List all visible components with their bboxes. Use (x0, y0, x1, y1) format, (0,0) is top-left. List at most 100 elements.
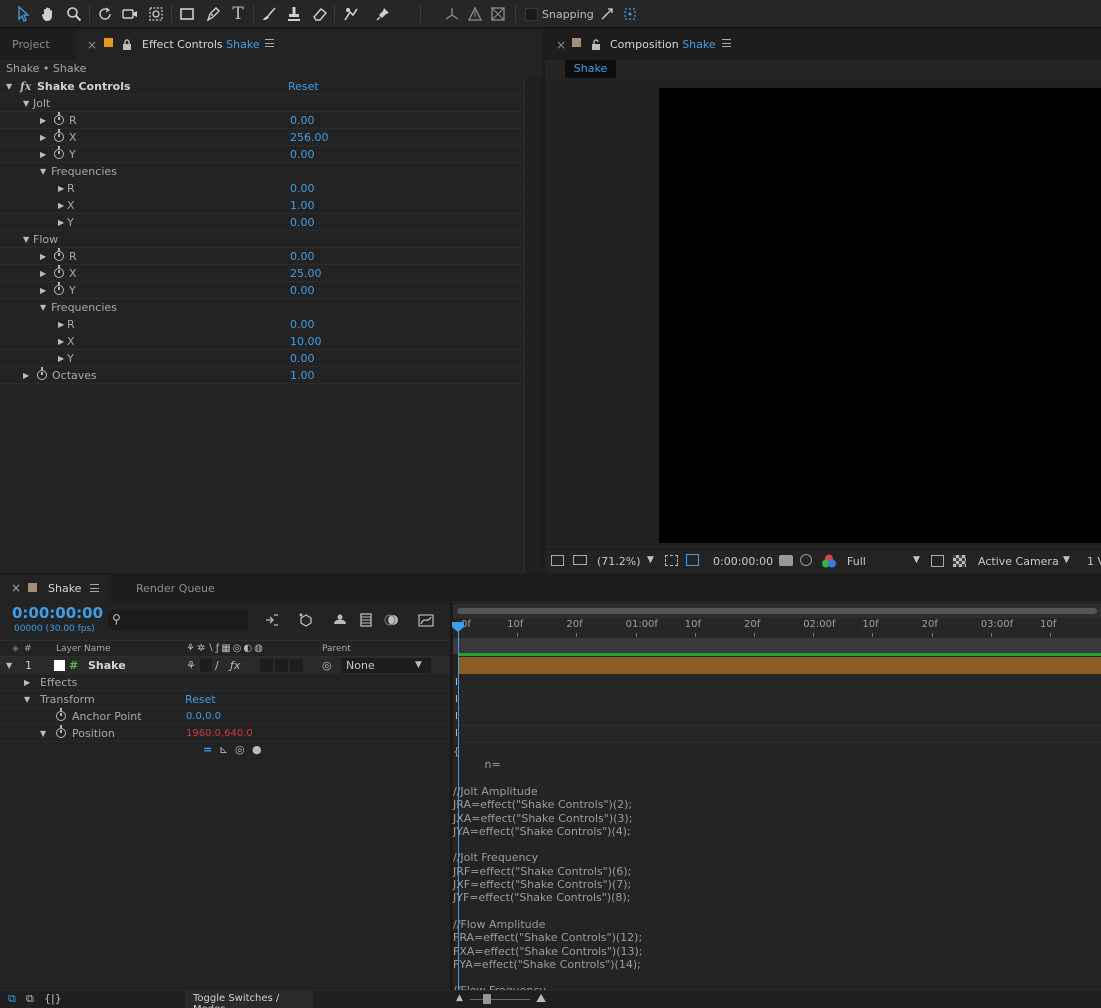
tab-timeline-shake[interactable]: Shake (48, 582, 81, 595)
layer-switches-pane-icon[interactable]: ⧉ (8, 992, 16, 1006)
graph-editor-icon[interactable] (418, 612, 434, 628)
camera-arrow-icon[interactable]: ▼ (1063, 555, 1070, 565)
layer-row[interactable]: ▼ 1 # Shake ⚘ ∕ ƒx ◎ None ▼ (0, 657, 452, 674)
position-value[interactable]: 1960.0,640.0 (186, 725, 253, 742)
stopwatch-icon[interactable] (54, 112, 64, 125)
unlock-icon[interactable] (591, 30, 601, 60)
property-row[interactable]: ▶ X 10.00 (0, 333, 522, 350)
in-out-pane-icon[interactable]: {|} (44, 992, 62, 1005)
current-time-indicator[interactable] (458, 622, 459, 990)
property-value[interactable]: 10.00 (290, 333, 322, 350)
effect-header-row[interactable]: ▼ fx Shake Controls Reset (0, 78, 522, 95)
show-snapshot-icon[interactable] (800, 554, 812, 566)
pickwhip-icon[interactable]: ◎ (322, 657, 332, 674)
collapse-triangle-icon[interactable]: ▼ (23, 95, 29, 112)
toggle-switches-button[interactable]: Toggle Switches / Modes (185, 991, 313, 1008)
property-value[interactable]: 0.00 (290, 350, 315, 367)
property-row[interactable]: ▶ X 1.00 (0, 197, 522, 214)
group-flow-frequencies[interactable]: ▼ Frequencies (0, 299, 522, 316)
property-row[interactable]: ▶ X 256.00 (0, 129, 522, 146)
property-row[interactable]: ▶ R 0.00 (0, 180, 522, 197)
column-layer-name[interactable]: Layer Name (56, 641, 111, 657)
expand-triangle-icon[interactable]: ▶ (40, 282, 46, 299)
expression-line[interactable]: //Flow Amplitude (453, 918, 545, 931)
expression-language-menu-icon[interactable]: ● (252, 743, 262, 756)
clone-stamp-tool-icon[interactable] (283, 3, 305, 25)
zoom-slider-track[interactable] (470, 999, 530, 1000)
transfer-controls-pane-icon[interactable]: ⧉ (26, 992, 34, 1006)
collapse-triangle-icon[interactable]: ▼ (6, 78, 12, 95)
group-flow[interactable]: ▼ Flow (0, 231, 522, 248)
resolution-arrow-icon[interactable]: ▼ (913, 555, 920, 565)
effects-row[interactable]: ▶ Effects (0, 674, 452, 691)
anchor-point-value[interactable]: 0.0,0.0 (186, 708, 221, 725)
collapse-triangle-icon[interactable]: ▼ (24, 691, 30, 708)
expression-line[interactable]: FXA=effect("Shake Controls")(13); (453, 945, 643, 958)
panel-menu-icon[interactable] (90, 584, 99, 592)
lock-icon[interactable] (122, 30, 132, 60)
expression-line[interactable]: JYF=effect("Shake Controls")(8); (453, 891, 630, 904)
tab-effect-controls[interactable]: Effect Controls Shake (142, 30, 260, 60)
close-tab-icon[interactable]: × (556, 30, 566, 60)
composition-mini-flowchart-icon[interactable] (264, 612, 280, 628)
expand-triangle-icon[interactable]: ▶ (58, 350, 64, 367)
fx-icon[interactable]: fx (20, 78, 31, 95)
property-value[interactable]: 1.00 (290, 197, 315, 214)
property-value[interactable]: 0.00 (290, 248, 315, 265)
property-value[interactable]: 256.00 (290, 129, 329, 146)
tab-composition[interactable]: Composition Shake (610, 30, 716, 60)
expression-line[interactable]: JYA=effect("Shake Controls")(4); (453, 825, 631, 838)
current-time-display[interactable]: 0:00:00:00 (12, 604, 103, 622)
expression-line[interactable]: //Jolt Frequency (453, 851, 538, 864)
expand-triangle-icon[interactable]: ▶ (24, 674, 30, 691)
local-axis-icon[interactable] (441, 3, 463, 25)
layer-duration-bar[interactable] (458, 657, 1101, 674)
snap-edges-icon[interactable] (596, 3, 618, 25)
property-row[interactable]: ▶ R 0.00 (0, 112, 522, 129)
expression-line[interactable]: JRA=effect("Shake Controls")(2); (453, 798, 632, 811)
expression-graph-icon[interactable]: ⊾ (219, 743, 228, 756)
anchor-point-row[interactable]: Anchor Point 0.0,0.0 (0, 708, 452, 725)
stopwatch-icon[interactable] (37, 367, 47, 380)
frame-blending-icon[interactable] (358, 612, 374, 628)
property-value[interactable]: 25.00 (290, 265, 322, 282)
region-of-interest-icon[interactable] (931, 555, 944, 567)
effect-panel-scrollbar[interactable] (524, 78, 542, 573)
expression-line[interactable]: n= (453, 758, 500, 771)
property-value[interactable]: 0.00 (290, 146, 315, 163)
expand-triangle-icon[interactable]: ▶ (58, 180, 64, 197)
mask-visibility-icon[interactable] (686, 554, 699, 566)
zoom-slider-thumb[interactable] (483, 994, 491, 1004)
snapshot-camera-icon[interactable] (779, 555, 793, 566)
effect-switch-icon[interactable]: ƒx (230, 657, 240, 674)
property-row[interactable]: ▶ Y 0.00 (0, 282, 522, 299)
panel-menu-icon[interactable] (265, 39, 274, 47)
property-value[interactable]: 0.00 (290, 112, 315, 129)
comp-canvas[interactable] (659, 88, 1101, 543)
switches-column-icons[interactable]: ⚘✲∖ƒ▦◎◐◍ (186, 641, 265, 657)
layer-name[interactable]: Shake (88, 657, 126, 674)
layer-label-color[interactable] (54, 660, 65, 671)
close-tab-icon[interactable]: × (87, 30, 97, 60)
world-axis-icon[interactable] (464, 3, 486, 25)
viewer-timecode[interactable]: 0:00:00:00 (713, 555, 773, 568)
property-row[interactable]: ▶ X 25.00 (0, 265, 522, 282)
shy-switch-icon[interactable]: ⚘ (186, 657, 196, 674)
zoom-out-icon[interactable]: ▲ (456, 993, 463, 1003)
property-value[interactable]: 0.00 (290, 282, 315, 299)
zoom-in-icon[interactable]: ⛰ (536, 991, 546, 1006)
property-row[interactable]: ▶ Y 0.00 (0, 146, 522, 163)
property-row[interactable]: ▶ R 0.00 (0, 248, 522, 265)
property-row[interactable]: ▶ Y 0.00 (0, 350, 522, 367)
draft-3d-icon[interactable] (298, 612, 314, 628)
transparency-grid-icon[interactable] (953, 555, 966, 567)
adjustment-switch[interactable] (290, 659, 303, 672)
collapse-triangle-icon[interactable]: ▼ (23, 231, 29, 248)
resolution-dropdown[interactable]: Full (847, 555, 866, 568)
quality-switch-icon[interactable]: ∕ (215, 657, 219, 674)
snap-features-icon[interactable] (619, 3, 641, 25)
view-axis-icon[interactable] (487, 3, 509, 25)
column-parent[interactable]: Parent (322, 641, 351, 657)
property-value[interactable]: 0.00 (290, 214, 315, 231)
panel-menu-icon[interactable] (722, 39, 731, 47)
